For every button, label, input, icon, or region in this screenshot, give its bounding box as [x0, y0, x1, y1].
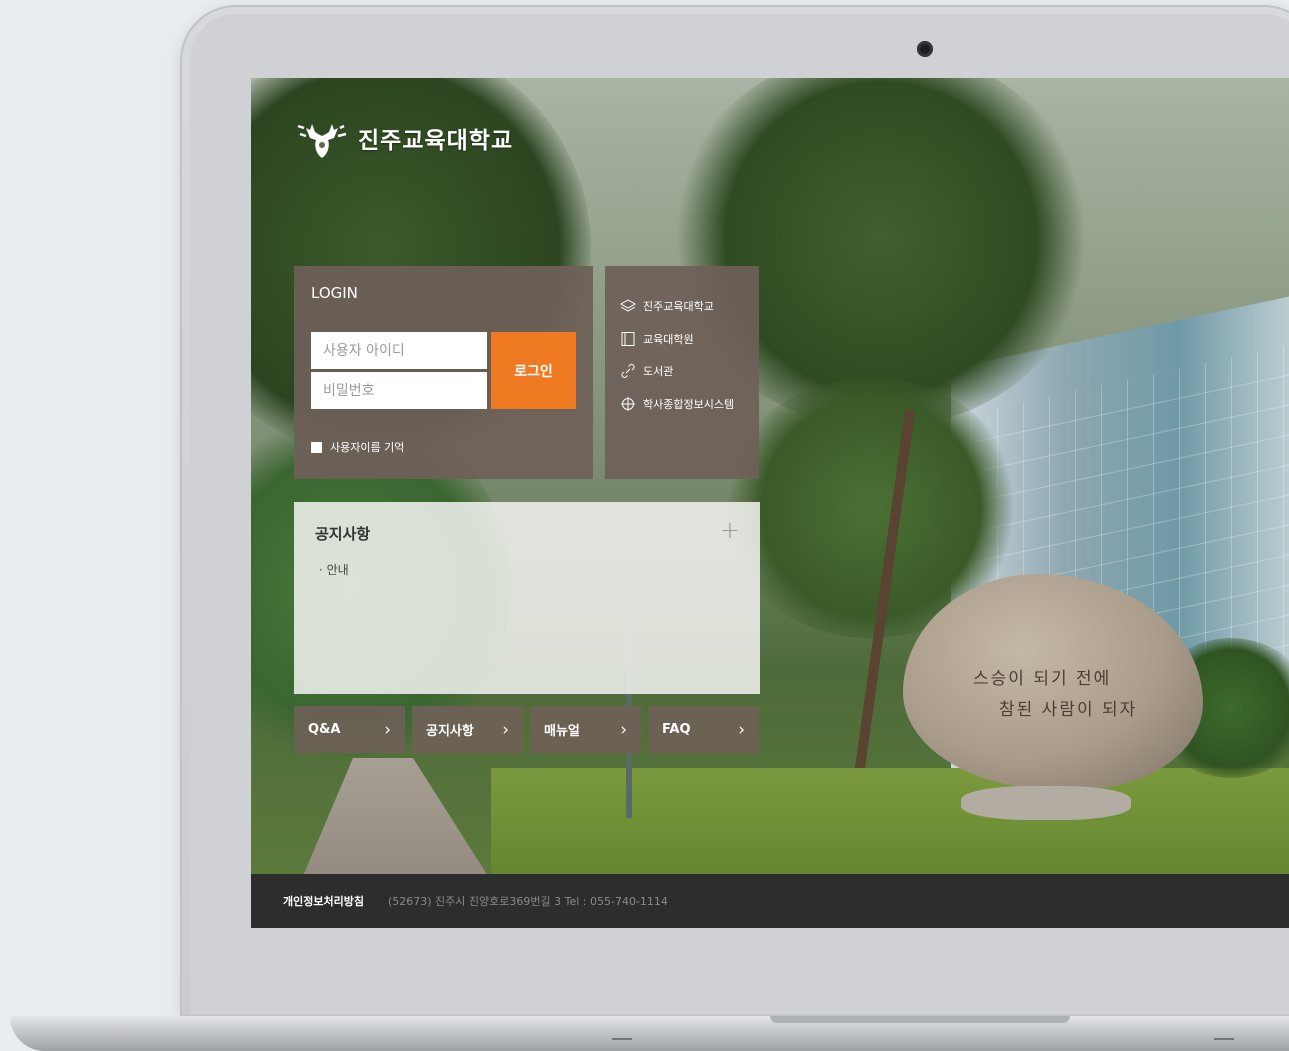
notice-panel: 공지사항 + · 안내	[294, 502, 760, 694]
laptop-notch	[770, 1016, 1070, 1023]
quick-button-label: Q&A	[308, 722, 341, 737]
qna-button[interactable]: Q&A ›	[294, 706, 405, 753]
layers-icon	[620, 299, 636, 312]
link-academic-system[interactable]: 학사종합정보시스템	[620, 396, 734, 412]
password-input[interactable]	[311, 372, 487, 409]
footer: 개인정보처리방침 (52673) 진주시 진양호로369번길 3 Tel : 0…	[251, 874, 1289, 928]
link-label: 진주교육대학교	[643, 300, 714, 313]
chevron-right-icon: ›	[384, 719, 391, 740]
logo-text: 진주교육대학교	[358, 128, 514, 154]
remember-username[interactable]: 사용자이름 기억	[311, 439, 404, 455]
university-logo[interactable]: 진주교육대학교	[294, 114, 513, 162]
document-icon	[621, 332, 635, 346]
link-label: 도서관	[643, 365, 674, 378]
login-button[interactable]: 로그인	[491, 332, 576, 409]
link-graduate-school[interactable]: 교육대학원	[620, 331, 694, 347]
laptop-foot	[612, 1038, 632, 1040]
notice-title: 공지사항	[315, 525, 371, 543]
crosshair-icon	[621, 397, 635, 411]
link-library[interactable]: 도서관	[620, 363, 673, 379]
deer-antler-logo-icon	[297, 124, 347, 158]
notice-item[interactable]: · 안내	[319, 561, 349, 578]
faq-button[interactable]: FAQ ›	[648, 706, 759, 753]
plus-icon[interactable]: +	[720, 518, 740, 542]
login-title: LOGIN	[311, 284, 358, 302]
chevron-right-icon: ›	[620, 719, 627, 740]
quick-button-label: 공지사항	[426, 724, 474, 739]
username-input[interactable]	[311, 332, 487, 369]
privacy-policy-link[interactable]: 개인정보처리방침	[283, 893, 364, 909]
quick-site-links: 진주교육대학교 교육대학원 도서관 학사종합정보시스템	[605, 266, 759, 479]
remember-checkbox[interactable]	[311, 441, 322, 453]
link-label: 학사종합정보시스템	[643, 398, 735, 411]
chevron-right-icon: ›	[738, 719, 745, 740]
rock-inscription: 스승이 되기 전에	[973, 669, 1112, 689]
link-icon	[621, 364, 635, 378]
background-rock-base	[961, 786, 1131, 820]
camera-icon	[917, 41, 933, 57]
login-panel: LOGIN 로그인 사용자이름 기억	[294, 266, 593, 479]
link-label: 교육대학원	[643, 333, 694, 346]
notice-button[interactable]: 공지사항 ›	[412, 706, 523, 753]
footer-address: (52673) 진주시 진양호로369번길 3 Tel : 055-740-11…	[387, 895, 668, 908]
rock-inscription: 참된 사람이 되자	[999, 700, 1138, 720]
screen: 스승이 되기 전에 참된 사람이 되자 진주교육대학교 LOGIN 로그인 사용…	[251, 78, 1289, 928]
laptop-base	[10, 1016, 1289, 1051]
quick-button-label: 매뉴얼	[544, 724, 580, 739]
link-jinju-university[interactable]: 진주교육대학교	[620, 298, 714, 314]
remember-label: 사용자이름 기억	[330, 441, 405, 454]
laptop-foot	[1214, 1038, 1234, 1040]
manual-button[interactable]: 매뉴얼 ›	[530, 706, 641, 753]
quick-button-label: FAQ	[662, 722, 691, 737]
chevron-right-icon: ›	[502, 719, 509, 740]
